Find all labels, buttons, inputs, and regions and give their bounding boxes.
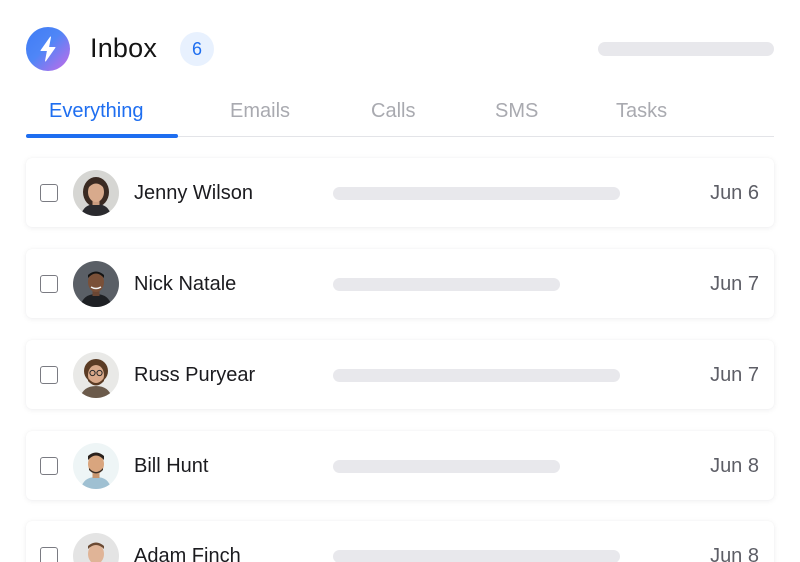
row-checkbox[interactable] — [40, 547, 58, 562]
avatar — [73, 170, 119, 216]
tab-calls[interactable]: Calls — [371, 100, 415, 123]
message-date: Jun 6 — [710, 182, 759, 204]
avatar — [73, 352, 119, 398]
row-checkbox[interactable] — [40, 275, 58, 293]
tab-tasks[interactable]: Tasks — [616, 100, 667, 123]
tab-sms[interactable]: SMS — [495, 100, 538, 123]
tab-emails[interactable]: Emails — [230, 100, 290, 123]
active-tab-indicator — [26, 134, 178, 138]
message-date: Jun 7 — [710, 273, 759, 295]
contact-name: Jenny Wilson — [134, 182, 253, 204]
message-date: Jun 8 — [710, 455, 759, 477]
header-placeholder-bar — [598, 42, 774, 56]
message-preview-placeholder — [333, 278, 560, 291]
row-checkbox[interactable] — [40, 457, 58, 475]
inbox-header: Inbox 6 — [26, 27, 774, 71]
message-row[interactable]: Jenny Wilson Jun 6 — [26, 158, 774, 227]
message-preview-placeholder — [333, 369, 620, 382]
avatar — [73, 261, 119, 307]
message-preview-placeholder — [333, 460, 560, 473]
avatar — [73, 443, 119, 489]
message-date: Jun 8 — [710, 545, 759, 562]
message-row[interactable]: Adam Finch Jun 8 — [26, 521, 774, 562]
message-row[interactable]: Bill Hunt Jun 8 — [26, 431, 774, 500]
tab-everything[interactable]: Everything — [49, 100, 144, 123]
contact-name: Russ Puryear — [134, 364, 256, 386]
contact-name: Adam Finch — [134, 545, 241, 562]
contact-name: Bill Hunt — [134, 455, 209, 477]
message-preview-placeholder — [333, 550, 620, 562]
unread-count-badge: 6 — [180, 32, 214, 66]
message-row[interactable]: Russ Puryear Jun 7 — [26, 340, 774, 409]
page-title: Inbox — [90, 33, 158, 63]
row-checkbox[interactable] — [40, 366, 58, 384]
inbox-app: Inbox 6 Everything Emails Calls SMS Task… — [0, 0, 800, 562]
row-checkbox[interactable] — [40, 184, 58, 202]
avatar — [73, 533, 119, 562]
message-row[interactable]: Nick Natale Jun 7 — [26, 249, 774, 318]
lightning-bolt-icon[interactable] — [26, 27, 70, 71]
message-date: Jun 7 — [710, 364, 759, 386]
contact-name: Nick Natale — [134, 273, 237, 295]
message-preview-placeholder — [333, 187, 620, 200]
filter-tabs: Everything Emails Calls SMS Tasks — [26, 96, 774, 138]
